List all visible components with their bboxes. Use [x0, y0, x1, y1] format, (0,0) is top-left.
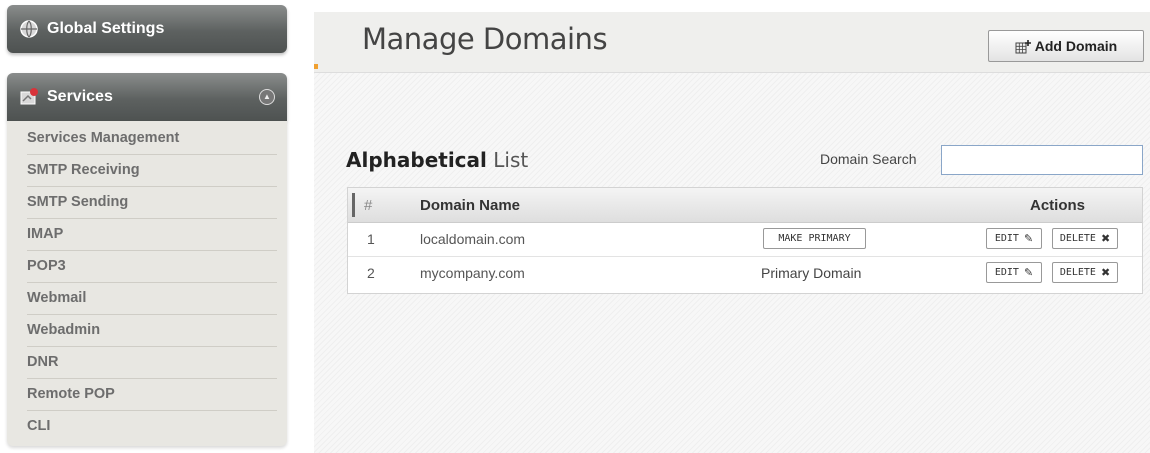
sidebar-item-imap[interactable]: IMAP: [27, 219, 277, 251]
domain-search-label: Domain Search: [820, 151, 917, 167]
primary-domain-label: Primary Domain: [761, 265, 862, 281]
row-number: 2: [367, 265, 375, 281]
pencil-icon: ✎: [1023, 232, 1034, 245]
delete-button[interactable]: DELETE ✖: [1052, 228, 1118, 249]
global-settings-label: Global Settings: [47, 20, 165, 37]
row-number: 1: [367, 231, 375, 247]
sidebar-item-dnr[interactable]: DNR: [27, 347, 277, 379]
header-accent: [314, 64, 318, 69]
domain-name: mycompany.com: [420, 265, 525, 281]
domains-table: # Domain Name Actions 1 localdomain.com …: [347, 187, 1143, 294]
close-icon: ✖: [1100, 232, 1111, 245]
table-header: # Domain Name Actions: [348, 188, 1142, 223]
sidebar-item-webmail[interactable]: Webmail: [27, 283, 277, 315]
pencil-icon: ✎: [1023, 266, 1034, 279]
page-header: Manage Domains Add Domain: [314, 12, 1150, 73]
add-domain-button[interactable]: Add Domain: [988, 30, 1144, 62]
make-primary-label: MAKE PRIMARY: [778, 233, 851, 244]
column-header-domain-name[interactable]: Domain Name: [420, 197, 520, 214]
page-title: Manage Domains: [362, 22, 608, 56]
sidebar: Global Settings Services ▲ Services Mana…: [7, 5, 287, 446]
edit-button[interactable]: EDIT ✎: [986, 262, 1042, 283]
close-icon: ✖: [1100, 266, 1111, 279]
services-menu: Services Management SMTP Receiving SMTP …: [7, 121, 287, 446]
edit-button[interactable]: EDIT ✎: [986, 228, 1042, 249]
delete-button[interactable]: DELETE ✖: [1052, 262, 1118, 283]
sidebar-item-webadmin[interactable]: Webadmin: [27, 315, 277, 347]
sidebar-item-smtp-sending[interactable]: SMTP Sending: [27, 187, 277, 219]
edit-label: EDIT: [994, 267, 1019, 278]
sidebar-item-services-management[interactable]: Services Management: [27, 123, 277, 155]
collapse-icon[interactable]: ▲: [259, 89, 275, 105]
services-icon: [19, 87, 39, 107]
list-title-bold: Alphabetical: [346, 148, 487, 172]
add-grid-icon: [1015, 40, 1031, 54]
column-header-actions: Actions: [1030, 197, 1086, 214]
column-header-number: #: [364, 197, 373, 214]
list-title: Alphabetical List: [346, 148, 528, 172]
services-header[interactable]: Services ▲: [7, 73, 287, 121]
sidebar-item-smtp-receiving[interactable]: SMTP Receiving: [27, 155, 277, 187]
edit-label: EDIT: [994, 233, 1019, 244]
sidebar-item-remote-pop[interactable]: Remote POP: [27, 379, 277, 411]
table-row: 2 mycompany.com Primary Domain EDIT ✎ DE…: [348, 257, 1142, 290]
services-label: Services: [47, 88, 113, 105]
add-domain-label: Add Domain: [1034, 38, 1118, 54]
sidebar-item-cli[interactable]: CLI: [27, 411, 277, 442]
make-primary-button[interactable]: MAKE PRIMARY: [763, 228, 866, 249]
domain-name: localdomain.com: [420, 231, 526, 247]
table-row: 1 localdomain.com MAKE PRIMARY EDIT ✎ DE…: [348, 223, 1142, 257]
sidebar-item-pop3[interactable]: POP3: [27, 251, 277, 283]
header-bar-marker: [352, 193, 355, 217]
global-settings-header[interactable]: Global Settings: [7, 5, 287, 53]
list-title-light: List: [493, 148, 529, 172]
globe-icon: [19, 19, 39, 39]
main-content: Manage Domains Add Domain Alphabetical L…: [314, 12, 1150, 453]
domain-search-input[interactable]: [941, 145, 1143, 175]
delete-label: DELETE: [1059, 267, 1096, 278]
delete-label: DELETE: [1059, 233, 1096, 244]
